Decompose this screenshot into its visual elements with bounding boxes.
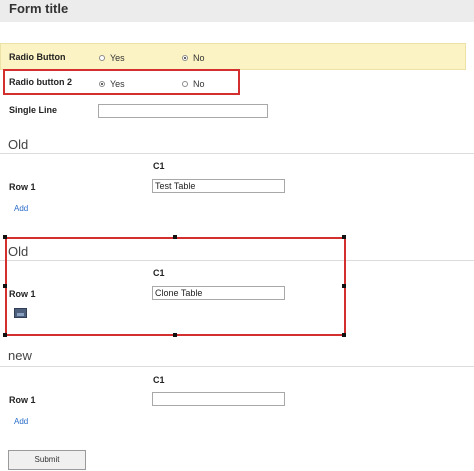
radio-circle-selected-icon[interactable]: [99, 81, 105, 87]
single-line-input[interactable]: [98, 104, 268, 118]
radio-button-row-highlight: [0, 43, 466, 70]
add-row-link[interactable]: Add: [14, 204, 28, 213]
resize-handle-top-left[interactable]: [3, 235, 7, 239]
radio-option-label: Yes: [110, 53, 125, 63]
section-divider: [0, 153, 474, 154]
radio-circle-icon[interactable]: [99, 55, 105, 61]
radio-button-2-option-yes[interactable]: Yes: [99, 79, 125, 89]
row-label: Row 1: [9, 395, 36, 405]
radio-button-2-option-no[interactable]: No: [182, 79, 205, 89]
form-title-bar: [0, 0, 474, 22]
form-title: Form title: [9, 1, 69, 16]
radio-circle-icon[interactable]: [182, 81, 188, 87]
resize-handle-top-right[interactable]: [342, 235, 346, 239]
submit-button[interactable]: Submit: [8, 450, 86, 470]
resize-handle-right[interactable]: [342, 284, 346, 288]
column-header: C1: [153, 375, 165, 385]
section-title: Old: [8, 137, 29, 152]
radio-option-label: No: [193, 53, 205, 63]
resize-handle-bottom-left[interactable]: [3, 333, 7, 337]
radio-option-label: No: [193, 79, 205, 89]
resize-handle-bottom-right[interactable]: [342, 333, 346, 337]
row-label: Row 1: [9, 182, 36, 192]
section-divider: [0, 366, 474, 367]
resize-handle-left[interactable]: [3, 284, 7, 288]
selection-red-outline: [5, 237, 346, 336]
radio-circle-selected-icon[interactable]: [182, 55, 188, 61]
section-title: new: [8, 348, 32, 363]
table-cell-input[interactable]: [152, 392, 285, 406]
radio-button-option-no[interactable]: No: [182, 53, 205, 63]
add-row-link[interactable]: Add: [14, 417, 28, 426]
radio-button-label: Radio Button: [9, 52, 66, 62]
table-cell-input[interactable]: [152, 179, 285, 193]
resize-handle-bottom[interactable]: [173, 333, 177, 337]
radio-option-label: Yes: [110, 79, 125, 89]
radio-button-option-yes[interactable]: Yes: [99, 53, 125, 63]
column-header: C1: [153, 161, 165, 171]
resize-handle-top[interactable]: [173, 235, 177, 239]
single-line-label: Single Line: [9, 105, 58, 115]
radio-button-2-label: Radio button 2: [9, 77, 72, 87]
